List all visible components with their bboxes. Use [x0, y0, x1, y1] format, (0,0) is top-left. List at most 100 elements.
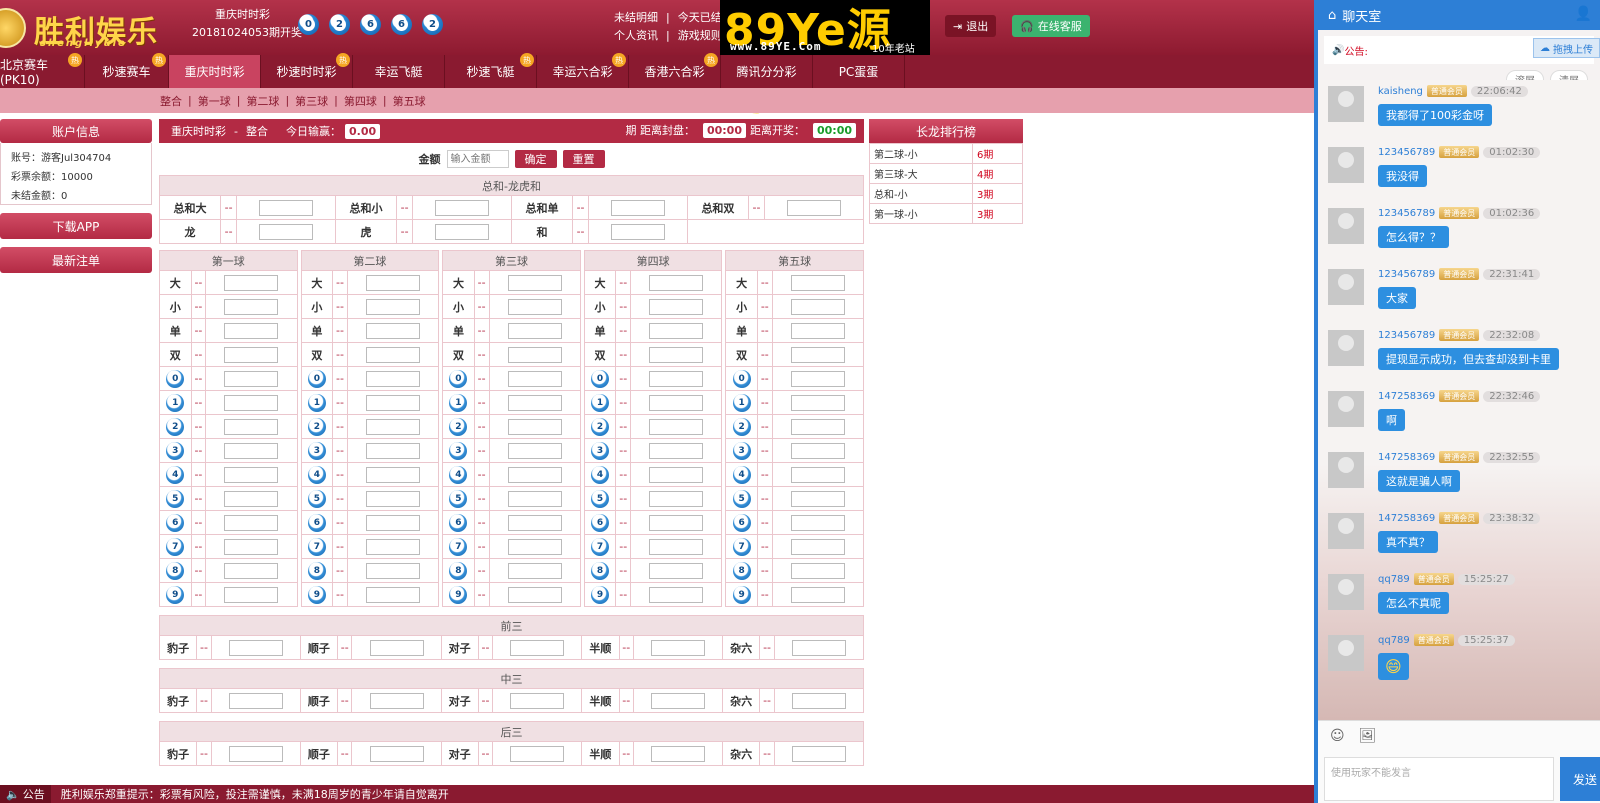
bet-amount-input[interactable]	[507, 442, 562, 459]
game-tab[interactable]: 幸运六合彩热	[537, 53, 629, 88]
game-tab[interactable]: 秒速赛车热	[85, 53, 169, 88]
bet-amount-input[interactable]	[790, 442, 845, 459]
sub-menu-item[interactable]: 第四球	[344, 93, 377, 109]
bet-amount-input[interactable]	[651, 639, 706, 656]
chat-input[interactable]: 使用玩家不能发言	[1324, 757, 1554, 801]
message-username[interactable]: qq789	[1378, 635, 1410, 646]
confirm-button[interactable]: 确定	[514, 150, 557, 168]
bet-amount-input[interactable]	[366, 514, 421, 531]
bet-amount-input[interactable]	[790, 562, 845, 579]
bet-amount-input[interactable]	[790, 514, 845, 531]
bet-amount-input[interactable]	[366, 274, 421, 291]
bet-amount-input[interactable]	[228, 745, 283, 762]
bet-amount-input[interactable]	[649, 418, 704, 435]
user-icon[interactable]: 👤	[1575, 6, 1592, 22]
bet-amount-input[interactable]	[790, 322, 845, 339]
message-username[interactable]: 123456789	[1378, 269, 1435, 280]
bet-amount-input[interactable]	[507, 466, 562, 483]
bet-amount-input[interactable]	[790, 586, 845, 603]
bet-amount-input[interactable]	[259, 199, 314, 216]
bet-amount-input[interactable]	[651, 692, 706, 709]
bet-amount-input[interactable]	[507, 490, 562, 507]
nav-link[interactable]: 未结明细	[614, 9, 658, 27]
nav-link[interactable]: 游戏规则	[678, 27, 722, 45]
bet-amount-input[interactable]	[651, 745, 706, 762]
bet-amount-input[interactable]	[224, 370, 279, 387]
bet-amount-input[interactable]	[787, 199, 842, 216]
bet-amount-input[interactable]	[791, 692, 846, 709]
bet-amount-input[interactable]	[507, 370, 562, 387]
game-tab[interactable]: 北京赛车(PK10) 热	[0, 53, 85, 88]
logout-button[interactable]: ⇥ 退出	[945, 15, 997, 37]
bet-amount-input[interactable]	[510, 639, 565, 656]
bet-amount-input[interactable]	[224, 298, 279, 315]
sub-menu-item[interactable]: 第五球	[393, 93, 426, 109]
bet-amount-input[interactable]	[790, 346, 845, 363]
bet-amount-input[interactable]	[790, 394, 845, 411]
bet-amount-input[interactable]	[790, 490, 845, 507]
bet-amount-input[interactable]	[224, 394, 279, 411]
download-app-button[interactable]: 下载APP	[0, 213, 152, 239]
bet-amount-input[interactable]	[224, 586, 279, 603]
game-tab[interactable]: 秒速时时彩热	[261, 53, 353, 88]
bet-amount-input[interactable]	[228, 639, 283, 656]
bet-amount-input[interactable]	[611, 199, 665, 216]
bet-amount-input[interactable]	[224, 538, 279, 555]
bet-amount-input[interactable]	[649, 586, 704, 603]
bet-amount-input[interactable]	[507, 298, 562, 315]
bet-amount-input[interactable]	[649, 298, 704, 315]
bet-amount-input[interactable]	[649, 370, 704, 387]
latest-bets-button[interactable]: 最新注单	[0, 247, 152, 273]
nav-link[interactable]: 今天已结	[678, 9, 722, 27]
bet-amount-input[interactable]	[366, 370, 421, 387]
bet-amount-input[interactable]	[507, 394, 562, 411]
bet-amount-input[interactable]	[366, 322, 421, 339]
sub-menu-item[interactable]: 第三球	[295, 93, 328, 109]
bet-amount-input[interactable]	[224, 490, 279, 507]
bet-amount-input[interactable]	[507, 418, 562, 435]
bet-amount-input[interactable]	[228, 692, 283, 709]
image-icon[interactable]: 🖼	[1359, 728, 1377, 744]
bet-amount-input[interactable]	[649, 466, 704, 483]
bet-amount-input[interactable]	[366, 418, 421, 435]
bet-amount-input[interactable]	[366, 586, 421, 603]
bet-amount-input[interactable]	[369, 639, 424, 656]
bet-amount-input[interactable]	[510, 692, 565, 709]
bet-amount-input[interactable]	[224, 562, 279, 579]
bet-amount-input[interactable]	[649, 490, 704, 507]
emoji-icon[interactable]: ☺	[1330, 728, 1345, 744]
message-username[interactable]: 147258369	[1378, 452, 1435, 463]
bet-amount-input[interactable]	[224, 274, 279, 291]
bet-amount-input[interactable]	[649, 538, 704, 555]
message-username[interactable]: 123456789	[1378, 208, 1435, 219]
bet-amount-input[interactable]	[366, 346, 421, 363]
bet-amount-input[interactable]	[224, 346, 279, 363]
amount-input[interactable]	[446, 150, 509, 168]
logo[interactable]: 胜利娱乐 shengliyule	[0, 4, 160, 50]
bet-amount-input[interactable]	[507, 514, 562, 531]
message-username[interactable]: qq789	[1378, 574, 1410, 585]
message-list[interactable]: kaisheng 普通会员 22:06:42 我都得了100彩金呀 123456789 普…	[1318, 80, 1600, 720]
bet-amount-input[interactable]	[224, 418, 279, 435]
bet-amount-input[interactable]	[791, 639, 846, 656]
bet-amount-input[interactable]	[369, 745, 424, 762]
bet-amount-input[interactable]	[435, 199, 490, 216]
bet-amount-input[interactable]	[366, 394, 421, 411]
send-button[interactable]: 发送	[1560, 757, 1600, 801]
message-username[interactable]: kaisheng	[1378, 86, 1423, 97]
bet-amount-input[interactable]	[649, 562, 704, 579]
bet-amount-input[interactable]	[366, 442, 421, 459]
bet-amount-input[interactable]	[369, 692, 424, 709]
game-tab[interactable]: PC蛋蛋	[813, 55, 905, 88]
sub-menu-item[interactable]: 第一球	[198, 93, 231, 109]
bet-amount-input[interactable]	[507, 538, 562, 555]
game-tab[interactable]: 秒速飞艇热	[445, 53, 537, 88]
game-tab[interactable]: 幸运飞艇	[353, 55, 445, 88]
bet-amount-input[interactable]	[791, 745, 846, 762]
bet-amount-input[interactable]	[507, 322, 562, 339]
bet-amount-input[interactable]	[366, 466, 421, 483]
home-icon[interactable]: ⌂	[1328, 8, 1336, 23]
bet-amount-input[interactable]	[366, 490, 421, 507]
bet-amount-input[interactable]	[649, 514, 704, 531]
bet-amount-input[interactable]	[224, 514, 279, 531]
